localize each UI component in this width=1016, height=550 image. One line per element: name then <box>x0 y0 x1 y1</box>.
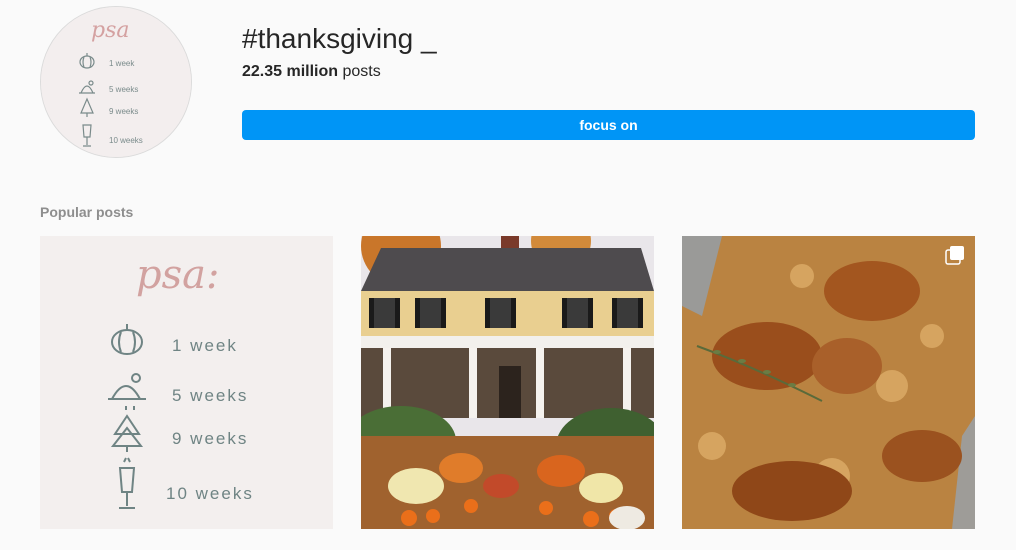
psa-line-1: 1 week <box>172 336 238 355</box>
psa-line-4: 10 weeks <box>166 484 254 503</box>
avatar-line-3: 9 weeks <box>109 107 138 116</box>
psa-line-3: 9 weeks <box>172 429 248 448</box>
hashtag-page: psa 1 week 5 weeks 9 weeks 10 weeks #tha… <box>0 0 1016 550</box>
house-photo <box>361 236 654 529</box>
post-tile-1[interactable]: psa: 1 week 5 weeks 9 weeks 10 weeks <box>40 236 333 529</box>
chicken-photo <box>682 236 975 529</box>
section-title: Popular posts <box>40 204 134 220</box>
psa-heading: psa: <box>136 252 219 298</box>
psa-line-2: 5 weeks <box>172 386 248 405</box>
avatar-graphic: psa 1 week 5 weeks 9 weeks 10 weeks <box>41 7 191 157</box>
psa-graphic: psa: 1 week 5 weeks 9 weeks 10 weeks <box>40 236 333 529</box>
post-tile-3[interactable] <box>682 236 975 529</box>
avatar-line-2: 5 weeks <box>109 85 138 94</box>
post-count-value: 22.35 million <box>242 63 339 80</box>
post-tile-2[interactable] <box>361 236 654 529</box>
follow-button[interactable]: focus on <box>242 110 975 140</box>
avatar-line-4: 10 weeks <box>109 136 143 145</box>
hashtag-avatar: psa 1 week 5 weeks 9 weeks 10 weeks <box>40 6 192 158</box>
page-title: #thanksgiving _ <box>242 23 437 54</box>
avatar-line-1: 1 week <box>109 59 135 68</box>
avatar-psa-text: psa <box>91 18 130 43</box>
post-count: 22.35 million posts <box>242 62 381 82</box>
post-count-suffix: posts <box>338 63 381 80</box>
